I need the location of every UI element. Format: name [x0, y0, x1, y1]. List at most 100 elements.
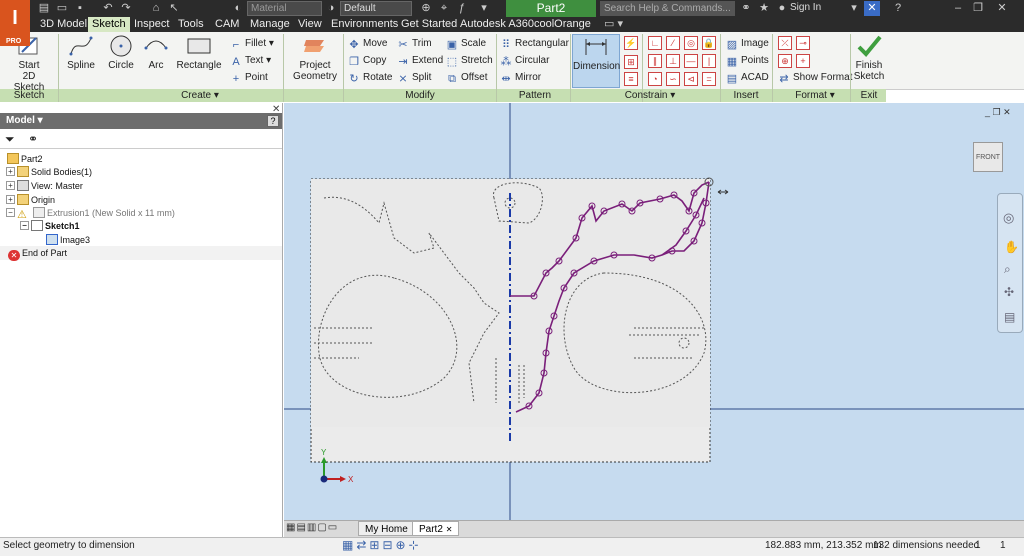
steering-wheel-icon[interactable]: ◎	[1003, 210, 1014, 226]
close-icon[interactable]: ✕	[994, 1, 1010, 16]
smooth-icon[interactable]: ∽	[666, 72, 680, 86]
look-at-icon[interactable]: ▤	[1004, 310, 1015, 324]
adjust-icon[interactable]: ⊕	[418, 1, 434, 16]
extend-button[interactable]: ⇥ Extend	[397, 53, 443, 69]
split-button[interactable]: ⨯ Split	[397, 70, 431, 86]
rotate-button[interactable]: ↻ Rotate	[348, 70, 392, 86]
point-button[interactable]: + Point	[230, 70, 268, 86]
tab-coolorange[interactable]: coolOrange	[530, 17, 595, 32]
tab-close-icon[interactable]: ✕	[446, 525, 453, 534]
minimize-icon[interactable]: –	[950, 1, 966, 16]
canvas-window-controls[interactable]: _ ❐ ✕	[985, 107, 1011, 118]
appearance-combo[interactable]: Default	[340, 1, 412, 16]
auto-dimension-icon[interactable]: ⚡	[624, 36, 638, 50]
circular-pattern-button[interactable]: ⁂ Circular	[500, 53, 550, 69]
tree-item-end-of-part[interactable]: ✕ End of Part	[0, 246, 282, 261]
sign-in-link[interactable]: Sign In	[790, 2, 821, 13]
signin-dropdown-icon[interactable]: ▾	[846, 1, 862, 16]
status-tool-icons[interactable]: ▦⇄⊞⊟⊕⊹	[342, 538, 422, 552]
redo-icon[interactable]: ↷	[118, 1, 134, 16]
help-icon[interactable]: ?	[890, 1, 906, 16]
tab-my-home[interactable]: My Home	[358, 521, 415, 536]
rectangle-button[interactable]: Rectangle	[176, 34, 222, 71]
collinear-icon[interactable]: ⁄	[666, 36, 680, 50]
browser-header[interactable]: Model ▾	[0, 113, 282, 129]
parallel-icon[interactable]: ∥	[648, 54, 662, 68]
show-format-button[interactable]: ⇄ Show Format	[778, 70, 852, 86]
offset-button[interactable]: ⧉ Offset	[446, 70, 487, 86]
collapse-icon[interactable]: −	[6, 208, 15, 217]
material-icon[interactable]: ◐	[230, 1, 246, 16]
group-label-format[interactable]: Format ▾	[780, 89, 850, 102]
search-binoculars-icon[interactable]: ⚭	[738, 1, 754, 16]
graphics-canvas[interactable]: Y X	[284, 103, 1024, 520]
browser-help-icon[interactable]: ?	[267, 115, 279, 127]
group-label-constrain[interactable]: Constrain ▾	[610, 89, 690, 102]
filter-icon[interactable]: ⏷	[5, 132, 15, 147]
symmetric-icon[interactable]: ⊲	[684, 72, 698, 86]
tree-item-image[interactable]: Image3	[0, 233, 282, 247]
tab-tools[interactable]: Tools	[174, 17, 208, 32]
perpendicular-icon[interactable]: ⊥	[666, 54, 680, 68]
insert-points-button[interactable]: ▦ Points	[726, 53, 769, 69]
tab-3d-model[interactable]: 3D Model	[36, 17, 91, 32]
horizontal-icon[interactable]: —	[684, 54, 698, 68]
tree-item-origin[interactable]: + Origin	[0, 193, 282, 207]
select-icon[interactable]: ↖	[166, 1, 182, 16]
tree-item-solid-bodies[interactable]: + Solid Bodies(1)	[0, 165, 282, 179]
tab-sketch[interactable]: Sketch	[88, 17, 130, 32]
tree-item-part[interactable]: Part2	[0, 152, 282, 166]
search-input[interactable]: Search Help & Commands...	[600, 1, 735, 16]
text-button[interactable]: A Text ▾	[230, 53, 271, 69]
vertical-icon[interactable]: |	[702, 54, 716, 68]
restore-icon[interactable]: ❐	[970, 1, 986, 16]
move-button[interactable]: ✥ Move	[348, 36, 387, 52]
tab-view[interactable]: View	[294, 17, 326, 32]
tab-get-started[interactable]: Get Started	[397, 17, 461, 32]
tab-part2[interactable]: Part2 ✕	[412, 521, 460, 536]
tangent-icon[interactable]: ◔	[648, 72, 662, 86]
finish-sketch-button[interactable]: Finish Sketch	[852, 34, 886, 82]
tree-item-view-master[interactable]: + View: Master	[0, 179, 282, 193]
insert-acad-button[interactable]: ▤ ACAD	[726, 70, 769, 86]
coincident-icon[interactable]: ∟	[648, 36, 662, 50]
insert-image-button[interactable]: ▨ Image	[726, 36, 769, 52]
tree-item-sketch[interactable]: − Sketch1	[0, 219, 282, 233]
open-icon[interactable]: ▭	[54, 1, 70, 16]
binoculars-icon[interactable]: ⚭	[28, 132, 38, 146]
expand-icon[interactable]: +	[6, 181, 15, 190]
trim-button[interactable]: ✂ Trim	[397, 36, 431, 52]
zoom-icon[interactable]: ⌕	[1004, 262, 1011, 277]
rectangular-pattern-button[interactable]: ⠿ Rectangular	[500, 36, 569, 52]
concentric-icon[interactable]: ◎	[684, 36, 698, 50]
construction-icon[interactable]: ⤫	[778, 36, 792, 50]
save-icon[interactable]: ▪	[72, 1, 88, 16]
appearance-icon[interactable]: ◑	[323, 1, 339, 16]
tab-environments[interactable]: Environments	[327, 17, 402, 32]
circle-button[interactable]: Circle	[102, 34, 140, 71]
tree-item-extrusion[interactable]: − ⚠ Extrusion1 (New Solid x 11 mm)	[0, 206, 282, 221]
tab-layout-icons[interactable]: ▦▤▥▢▭	[286, 522, 338, 533]
measure-icon[interactable]: ⌖	[436, 1, 452, 16]
copy-button[interactable]: ❐ Copy	[348, 53, 386, 69]
material-combo[interactable]: Material	[247, 1, 322, 16]
ribbon-toggle-icon[interactable]: ▭ ▾	[600, 17, 627, 32]
fillet-button[interactable]: ⌐ Fillet ▾	[230, 36, 274, 52]
expand-icon[interactable]: +	[6, 167, 15, 176]
fix-icon[interactable]: 🔒	[702, 36, 716, 50]
driven-dimension-icon[interactable]: +	[796, 54, 810, 68]
dimension-button[interactable]: Dimension	[572, 34, 620, 88]
equal-icon[interactable]: =	[702, 72, 716, 86]
tab-manage[interactable]: Manage	[246, 17, 294, 32]
fx-icon[interactable]: ƒ	[454, 1, 470, 16]
expand-icon[interactable]: +	[6, 195, 15, 204]
constraint-settings-icon[interactable]: ≡	[624, 72, 638, 86]
scale-button[interactable]: ▣ Scale	[446, 36, 486, 52]
viewcube[interactable]: FRONT	[973, 142, 1003, 172]
center-point-icon[interactable]: ⊕	[778, 54, 792, 68]
undo-icon[interactable]: ↶	[100, 1, 116, 16]
centerline-icon[interactable]: ⊸	[796, 36, 810, 50]
home-icon[interactable]: ⌂	[148, 1, 164, 16]
group-label-create[interactable]: Create ▾	[170, 89, 230, 102]
arc-button[interactable]: Arc	[140, 34, 172, 71]
